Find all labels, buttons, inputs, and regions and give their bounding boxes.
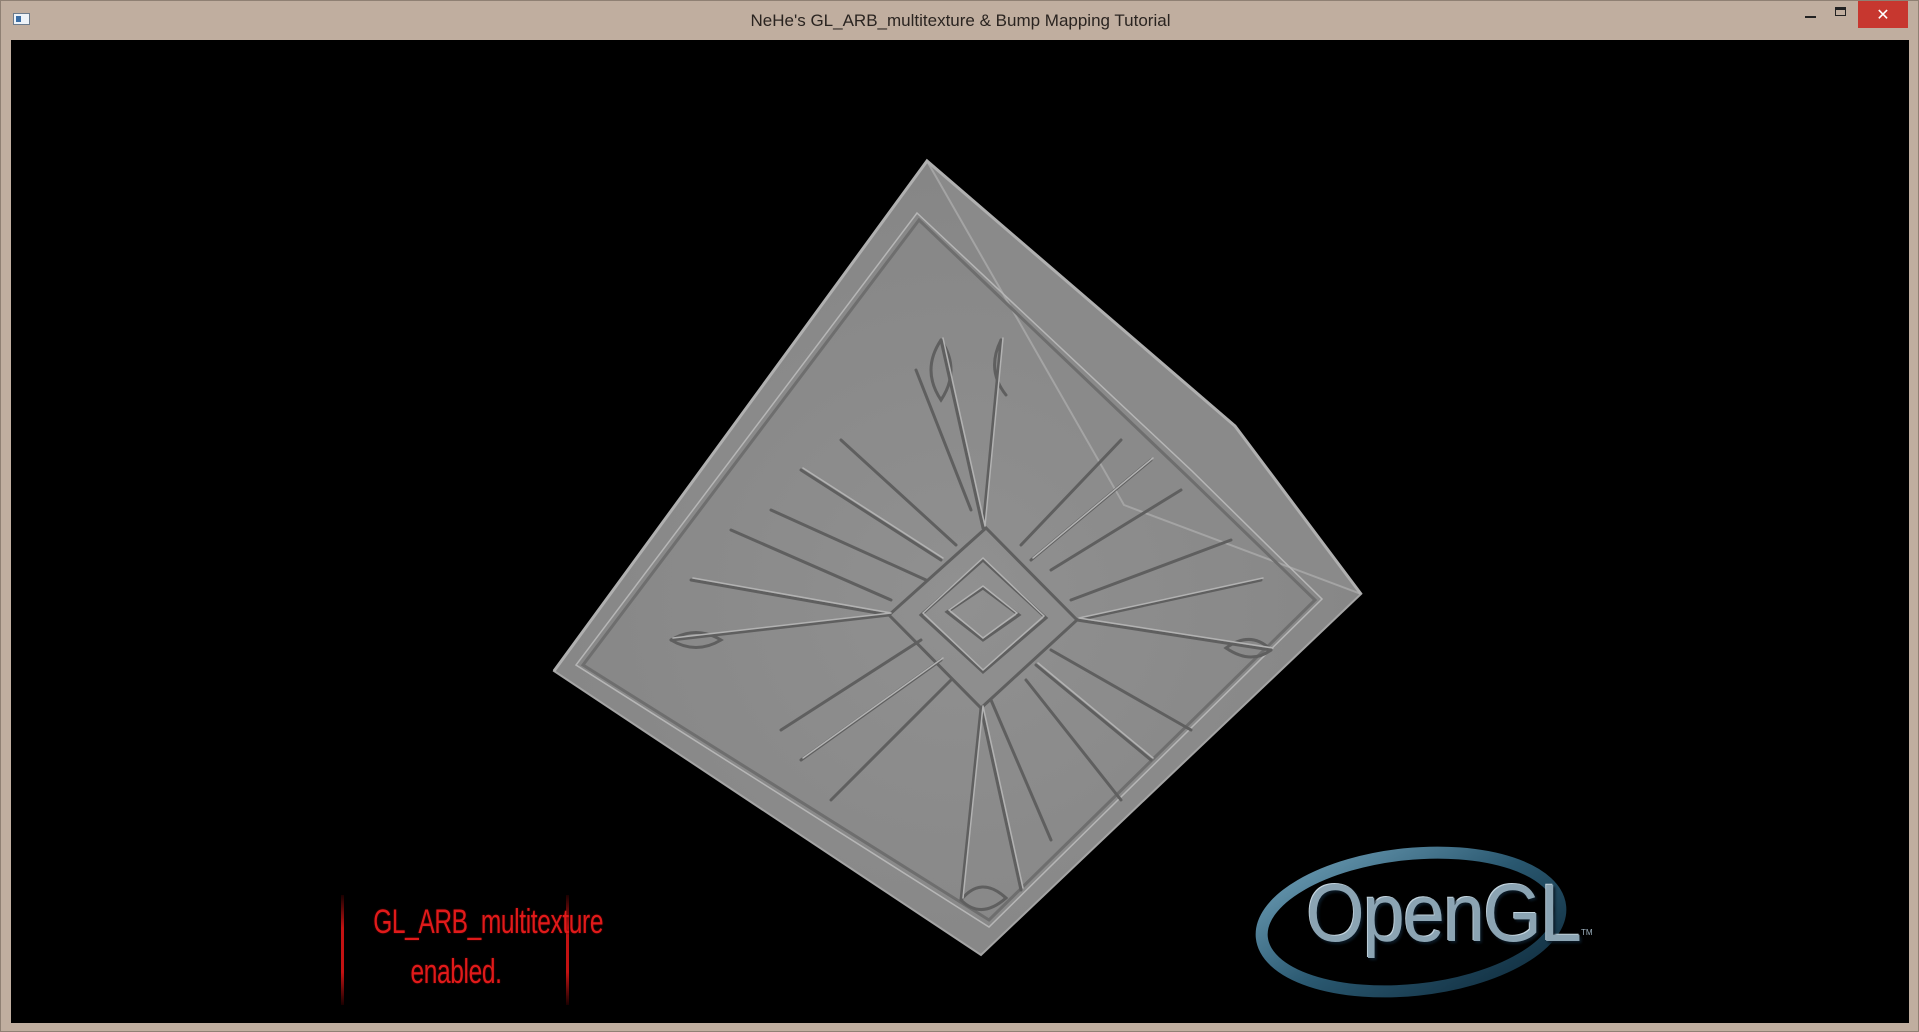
title-bar[interactable]: NeHe's GL_ARB_multitexture & Bump Mappin…: [1, 1, 1918, 39]
opengl-logo-trademark: TM: [1581, 928, 1593, 937]
cube-front-face: [552, 159, 1363, 957]
status-line-extension: GL_ARB_multitexture: [373, 903, 604, 941]
status-line-enabled: enabled.: [410, 953, 502, 991]
close-icon: ✕: [1876, 5, 1890, 24]
app-window: NeHe's GL_ARB_multitexture & Bump Mappin…: [0, 0, 1919, 1032]
render-scene: [552, 158, 1567, 998]
status-bar-left: [341, 895, 344, 1005]
opengl-logo: OpenGL TM: [1256, 830, 1606, 990]
opengl-viewport[interactable]: GL_ARB_multitexture enabled. OpenGL TM: [11, 40, 1909, 1023]
bump-mapped-cube: [552, 158, 1363, 957]
multitexture-status: GL_ARB_multitexture enabled.: [341, 895, 604, 1005]
window-title: NeHe's GL_ARB_multitexture & Bump Mappin…: [750, 11, 1171, 30]
opengl-logo-text: OpenGL: [1306, 868, 1582, 959]
close-button[interactable]: ✕: [1858, 1, 1908, 28]
maximize-button[interactable]: [1826, 1, 1856, 28]
minimize-button[interactable]: [1795, 1, 1825, 28]
